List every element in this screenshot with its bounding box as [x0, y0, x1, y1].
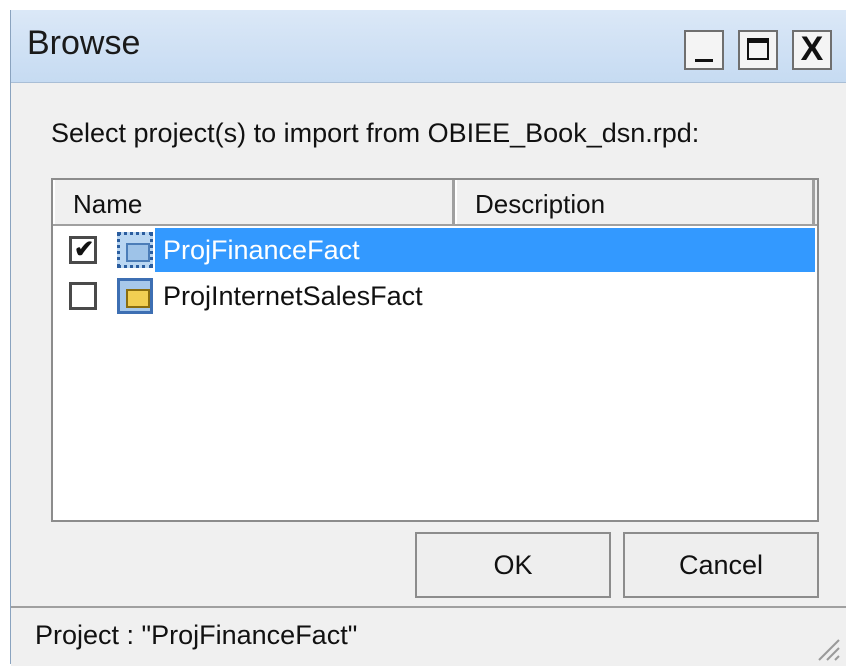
resize-grip-icon[interactable] — [813, 634, 841, 662]
list-item[interactable]: ✔ ProjFinanceFact — [53, 228, 817, 274]
project-list[interactable]: Name Description ✔ ProjFinanceFact ProjI… — [51, 178, 819, 522]
minimize-button[interactable] — [684, 30, 724, 70]
status-bar: Project : "ProjFinanceFact" — [11, 606, 846, 666]
maximize-icon — [747, 38, 769, 60]
browse-dialog: Browse X Select project(s) to import fro… — [10, 10, 846, 666]
title-bar[interactable]: Browse X — [11, 10, 846, 83]
project-folder-icon — [117, 278, 153, 314]
maximize-button[interactable] — [738, 30, 778, 70]
status-text: Project : "ProjFinanceFact" — [35, 620, 358, 650]
check-icon: ✔ — [73, 236, 95, 263]
project-folder-icon — [117, 232, 153, 268]
window-title: Browse — [27, 24, 141, 62]
close-icon: X — [800, 30, 824, 68]
project-checkbox-projinternetsalesfact[interactable] — [69, 282, 97, 310]
project-checkbox-projfinancefact[interactable]: ✔ — [69, 236, 97, 264]
project-name[interactable]: ProjInternetSalesFact — [155, 274, 431, 318]
close-button[interactable]: X — [792, 30, 832, 70]
instruction-label: Select project(s) to import from OBIEE_B… — [51, 118, 700, 148]
cancel-button[interactable]: Cancel — [623, 532, 819, 598]
list-item[interactable]: ProjInternetSalesFact — [53, 274, 817, 320]
ok-button[interactable]: OK — [415, 532, 611, 598]
column-header-name[interactable]: Name — [53, 180, 455, 224]
project-name[interactable]: ProjFinanceFact — [155, 228, 368, 272]
column-header-description[interactable]: Description — [455, 180, 815, 224]
list-header: Name Description — [53, 180, 817, 226]
minimize-icon — [695, 59, 713, 62]
